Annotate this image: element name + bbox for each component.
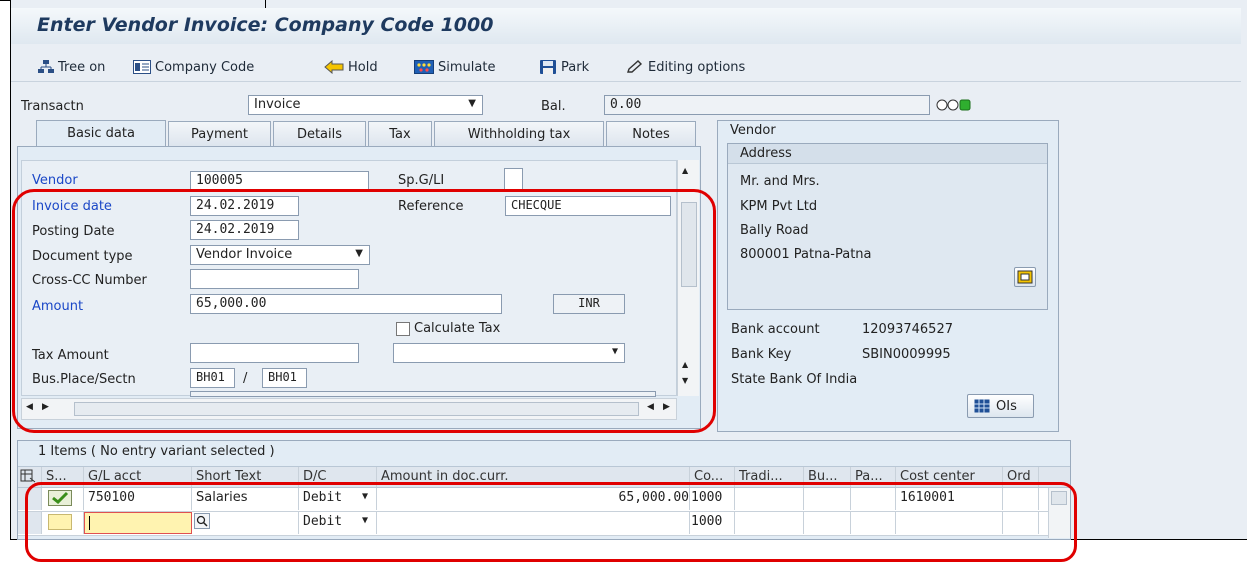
- hold-label: Hold: [348, 59, 378, 75]
- transaction-select[interactable]: Invoice: [248, 95, 483, 115]
- vendor-panel-title: Vendor: [730, 123, 776, 138]
- ois-label: OIs: [996, 398, 1017, 414]
- tab-label: Basic data: [67, 126, 135, 141]
- tab-basic-data[interactable]: Basic data: [36, 120, 166, 146]
- bank-key-label: Bank Key: [731, 347, 792, 362]
- tree-on-label: Tree on: [58, 59, 106, 75]
- tab-payment[interactable]: Payment: [168, 121, 271, 146]
- balance-status-icon: [936, 99, 971, 111]
- balance-field: 0.00: [604, 95, 930, 115]
- simulate-button[interactable]: Simulate: [414, 57, 495, 77]
- scroll-up-icon[interactable]: ▲: [682, 166, 688, 175]
- bank-name: State Bank Of India: [731, 372, 858, 387]
- park-save-icon: [540, 60, 556, 74]
- tab-withholding-tax[interactable]: Withholding tax: [434, 121, 604, 146]
- open-items-button[interactable]: OIs: [967, 394, 1034, 418]
- tab-label: Payment: [191, 126, 248, 142]
- bank-account-value: 12093746527: [862, 322, 953, 337]
- tab-label: Details: [296, 126, 343, 142]
- bank-key-value: SBIN0009995: [862, 347, 951, 362]
- company-code-icon: [133, 60, 151, 74]
- editing-options-button[interactable]: Editing options: [626, 57, 745, 77]
- tab-label: Tax: [389, 126, 411, 142]
- display-icon: [1017, 270, 1033, 284]
- grid-settings-icon: [20, 469, 36, 483]
- tree-on-button[interactable]: Tree on: [38, 57, 105, 77]
- company-code-button[interactable]: Company Code: [133, 57, 254, 77]
- address-display-button[interactable]: [1014, 267, 1036, 287]
- tab-details[interactable]: Details: [273, 121, 366, 146]
- balance-label: Bal.: [541, 99, 566, 114]
- highlight-box-form: [12, 189, 716, 433]
- park-button[interactable]: Park: [539, 57, 589, 77]
- tab-tax[interactable]: Tax: [368, 121, 432, 146]
- editing-options-label: Editing options: [648, 59, 746, 75]
- tab-label: Withholding tax: [467, 126, 571, 142]
- window-divider: [265, 0, 266, 8]
- bank-account-label: Bank account: [731, 322, 820, 337]
- address-line: Bally Road: [740, 223, 809, 238]
- simulate-label: Simulate: [438, 59, 496, 75]
- simulate-icon: [414, 60, 434, 74]
- page-title: Enter Vendor Invoice: Company Code 1000: [37, 14, 494, 36]
- transactn-label: Transactn: [21, 99, 84, 114]
- pencil-icon: [627, 60, 643, 73]
- items-caption: 1 Items ( No entry variant selected ): [38, 444, 275, 459]
- vendor-label: Vendor: [32, 173, 78, 188]
- park-label: Park: [561, 59, 590, 75]
- address-line: KPM Pvt Ltd: [740, 199, 818, 214]
- hold-icon: [324, 60, 344, 74]
- address-line: 800001 Patna-Patna: [740, 247, 872, 262]
- vendor-input[interactable]: 100005: [190, 171, 369, 191]
- spgl-input[interactable]: [504, 168, 523, 190]
- spgl-label: Sp.G/LI: [398, 173, 445, 188]
- tab-label: Notes: [632, 126, 670, 142]
- transaction-value: Invoice: [254, 97, 301, 112]
- tree-icon: [38, 60, 54, 73]
- tab-notes[interactable]: Notes: [606, 121, 696, 146]
- address-title: Address: [740, 146, 792, 161]
- highlight-box-grid: [25, 482, 1077, 562]
- table-icon: [974, 399, 990, 413]
- address-line: Mr. and Mrs.: [740, 174, 820, 189]
- hold-button[interactable]: Hold: [324, 57, 378, 77]
- company-code-label: Company Code: [155, 59, 255, 75]
